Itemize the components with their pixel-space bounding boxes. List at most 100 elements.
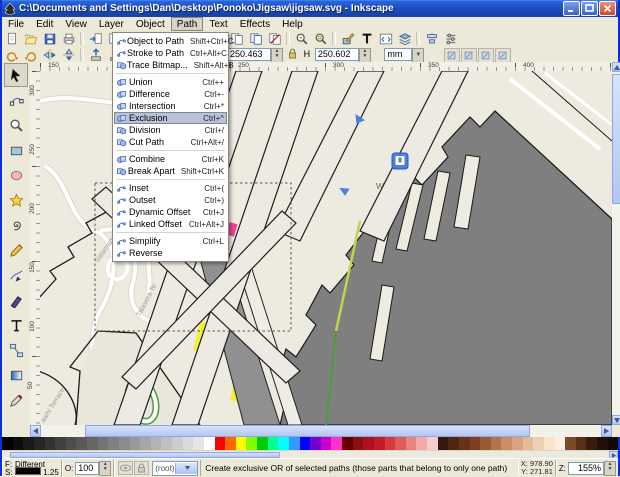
clone-button[interactable] xyxy=(246,31,265,46)
menu-item-dynamic-offset[interactable]: Dynamic OffsetCtrl+J xyxy=(114,206,227,218)
palette-swatch[interactable] xyxy=(416,437,427,450)
fill-stroke-indicator[interactable]: F: Different S: 1.25 xyxy=(2,460,62,476)
close-button[interactable] xyxy=(599,1,616,16)
menu-layer[interactable]: Layer xyxy=(93,17,130,31)
width-spinner[interactable]: ▲▼ xyxy=(271,48,283,63)
flip-vertical-button[interactable] xyxy=(59,47,78,62)
palette-swatch[interactable] xyxy=(34,437,45,450)
lock-ratio-button[interactable] xyxy=(288,48,297,59)
align-dialog-button[interactable] xyxy=(422,31,441,46)
palette-swatch[interactable] xyxy=(98,437,109,450)
palette-swatch[interactable] xyxy=(512,437,523,450)
menu-item-outset[interactable]: OutsetCtrl+) xyxy=(114,194,227,206)
palette-swatch[interactable] xyxy=(342,437,353,450)
palette-swatch[interactable] xyxy=(257,437,268,450)
menu-item-difference[interactable]: DifferenceCtrl+- xyxy=(114,88,227,100)
menu-text[interactable]: Text xyxy=(203,17,233,31)
menu-item-reverse[interactable]: Reverse xyxy=(114,247,227,259)
menu-item-stroke-to-path[interactable]: Stroke to PathCtrl+Alt+C xyxy=(114,47,227,59)
tool-node[interactable] xyxy=(4,88,28,112)
menu-help[interactable]: Help xyxy=(276,17,309,31)
tool-gradient[interactable] xyxy=(4,363,28,387)
palette-swatch[interactable] xyxy=(13,437,24,450)
xml-editor-button[interactable] xyxy=(376,31,395,46)
zoom-page-button[interactable] xyxy=(311,31,330,46)
menu-item-trace-bitmap[interactable]: Trace Bitmap...Shift+Alt+B xyxy=(114,59,227,71)
palette-swatch[interactable] xyxy=(246,437,257,450)
palette-swatch[interactable] xyxy=(66,437,77,450)
menu-item-combine[interactable]: CombineCtrl+K xyxy=(114,153,227,165)
menu-item-union[interactable]: UnionCtrl++ xyxy=(114,76,227,88)
palette-swatch[interactable] xyxy=(76,437,87,450)
tool-spiral[interactable] xyxy=(4,213,28,237)
tool-pencil[interactable] xyxy=(4,238,28,262)
height-field[interactable]: 250.602 xyxy=(315,48,359,61)
tool-rect[interactable] xyxy=(4,138,28,162)
menu-path[interactable]: Path xyxy=(171,17,204,31)
palette-swatch[interactable] xyxy=(215,437,226,450)
layers-dialog-button[interactable] xyxy=(395,31,414,46)
palette-swatch[interactable] xyxy=(438,437,449,450)
palette-swatch[interactable] xyxy=(406,437,417,450)
palette-swatch[interactable] xyxy=(268,437,279,450)
palette-swatch[interactable] xyxy=(45,437,56,450)
palette-swatch[interactable] xyxy=(161,437,172,450)
palette-swatch[interactable] xyxy=(533,437,544,450)
affect-stroke-toggle[interactable] xyxy=(444,48,460,63)
palette-swatch[interactable] xyxy=(544,437,555,450)
new-button[interactable] xyxy=(2,31,21,46)
affect-gradients-toggle[interactable] xyxy=(478,48,494,63)
palette-swatch[interactable] xyxy=(151,437,162,450)
palette-swatch[interactable] xyxy=(501,437,512,450)
palette-swatch[interactable] xyxy=(289,437,300,450)
palette-swatch[interactable] xyxy=(523,437,534,450)
tool-connector[interactable] xyxy=(4,338,28,362)
width-field[interactable]: 250.463 xyxy=(227,48,271,61)
unlink-clone-button[interactable] xyxy=(265,31,284,46)
layer-selector[interactable]: (root) xyxy=(152,461,198,476)
palette-swatch[interactable] xyxy=(427,437,438,450)
palette-swatch[interactable] xyxy=(459,437,470,450)
palette-swatch[interactable] xyxy=(172,437,183,450)
palette-swatch[interactable] xyxy=(310,437,321,450)
palette-swatch[interactable] xyxy=(225,437,236,450)
palette-swatch[interactable] xyxy=(193,437,204,450)
rotate-ccw-button[interactable] xyxy=(2,47,21,62)
menu-item-exclusion[interactable]: ExclusionCtrl+^ xyxy=(114,112,227,124)
menu-item-inset[interactable]: InsetCtrl+( xyxy=(114,182,227,194)
palette-swatch[interactable] xyxy=(395,437,406,450)
menu-item-break-apart[interactable]: Break ApartShift+Ctrl+K xyxy=(114,165,227,177)
height-spinner[interactable]: ▲▼ xyxy=(359,48,371,63)
palette-swatch[interactable] xyxy=(470,437,481,450)
palette-swatch[interactable] xyxy=(597,437,608,450)
palette-swatch[interactable] xyxy=(353,437,364,450)
tool-pen[interactable] xyxy=(4,263,28,287)
print-button[interactable] xyxy=(59,31,78,46)
scroll-down-icon[interactable] xyxy=(612,415,620,425)
menu-object[interactable]: Object xyxy=(130,17,171,31)
palette-swatch[interactable] xyxy=(448,437,459,450)
menu-item-intersection[interactable]: IntersectionCtrl+* xyxy=(114,100,227,112)
unit-dropdown-arrow-icon[interactable]: ▼ xyxy=(412,48,424,63)
palette-swatch[interactable] xyxy=(480,437,491,450)
palette-swatch[interactable] xyxy=(555,437,566,450)
minimize-button[interactable] xyxy=(563,1,580,16)
layer-dropdown-arrow-icon[interactable] xyxy=(175,463,198,474)
palette-swatch[interactable] xyxy=(491,437,502,450)
menu-item-linked-offset[interactable]: Linked OffsetCtrl+Alt+J xyxy=(114,218,227,230)
palette-swatch[interactable] xyxy=(321,437,332,450)
palette-swatch[interactable] xyxy=(278,437,289,450)
menu-item-simplify[interactable]: SimplifyCtrl+L xyxy=(114,235,227,247)
zoom-selection-button[interactable] xyxy=(292,31,311,46)
tool-zoom[interactable] xyxy=(4,113,28,137)
menu-item-object-to-path[interactable]: Object to PathShift+Ctrl+C xyxy=(114,35,227,47)
palette-swatch[interactable] xyxy=(130,437,141,450)
palette-swatch[interactable] xyxy=(108,437,119,450)
palette-swatch[interactable] xyxy=(183,437,194,450)
open-button[interactable] xyxy=(21,31,40,46)
vscroll-thumb[interactable] xyxy=(612,74,620,204)
save-button[interactable] xyxy=(40,31,59,46)
layer-lock-toggle[interactable] xyxy=(134,461,149,475)
vertical-scrollbar[interactable] xyxy=(612,62,620,425)
tool-calligraphy[interactable] xyxy=(4,288,28,312)
